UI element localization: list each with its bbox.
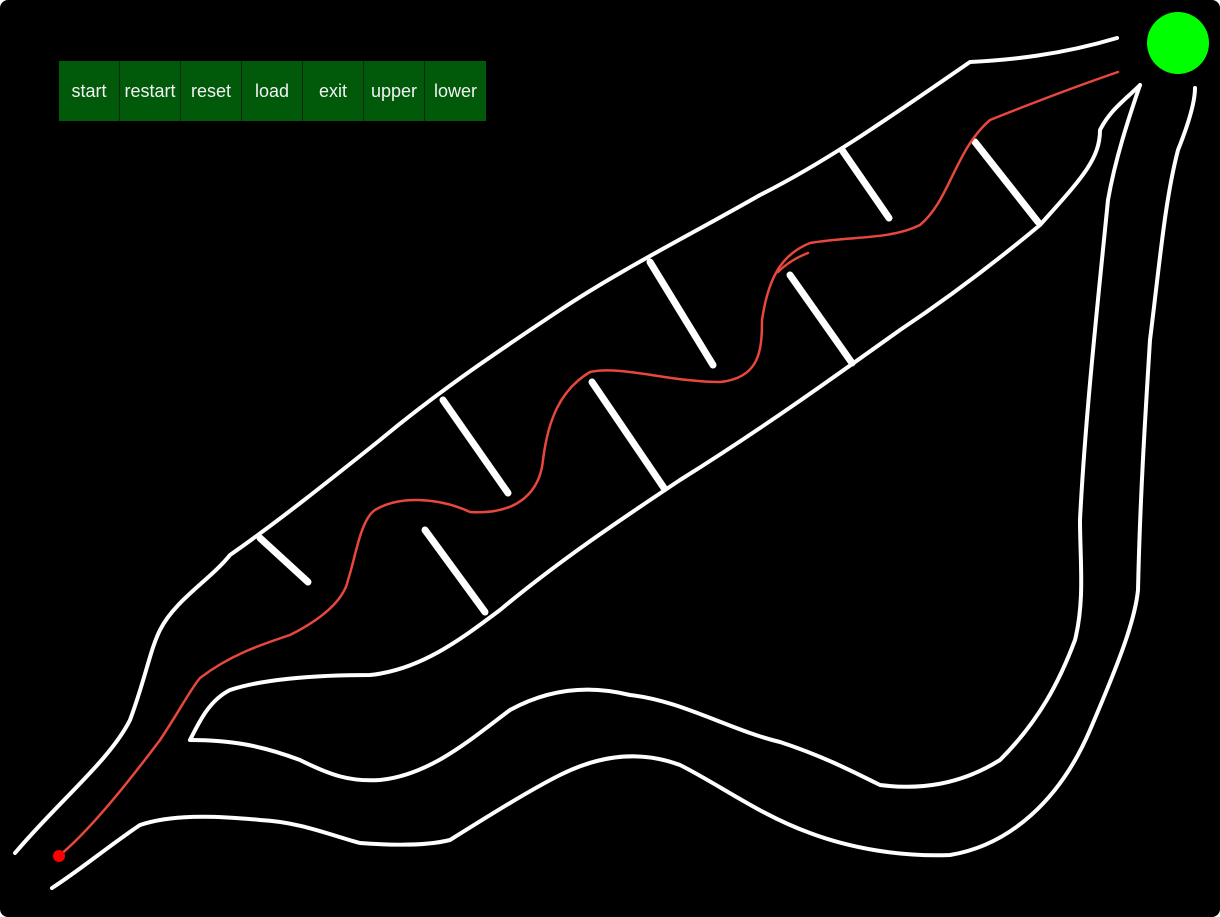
track-drawing — [13, 12, 1209, 890]
barrier-6 — [786, 271, 856, 367]
barrier-7 — [838, 146, 893, 222]
restart-button[interactable]: restart — [120, 61, 181, 121]
game-canvas[interactable]: start restart reset load exit upper lowe… — [0, 0, 1220, 917]
barrier-5 — [646, 258, 717, 369]
lower-button[interactable]: lower — [425, 61, 486, 121]
track-outer-wall-upper — [13, 36, 1119, 855]
goal-marker[interactable] — [1147, 12, 1209, 74]
barrier-8 — [971, 138, 1042, 226]
barrier-4 — [588, 378, 668, 492]
reset-button[interactable]: reset — [181, 61, 242, 121]
barrier-2 — [421, 526, 489, 616]
barrier-1 — [256, 534, 312, 586]
upper-button[interactable]: upper — [364, 61, 425, 121]
exit-button[interactable]: exit — [303, 61, 364, 121]
control-toolbar: start restart reset load exit upper lowe… — [59, 61, 486, 121]
track-inner-wall-upper — [188, 83, 1142, 742]
barrier-3 — [439, 396, 512, 497]
start-button[interactable]: start — [59, 61, 120, 121]
track-inner-wall-lower — [188, 83, 1142, 789]
load-button[interactable]: load — [242, 61, 303, 121]
start-marker — [53, 850, 65, 862]
traced-path — [58, 70, 1120, 857]
